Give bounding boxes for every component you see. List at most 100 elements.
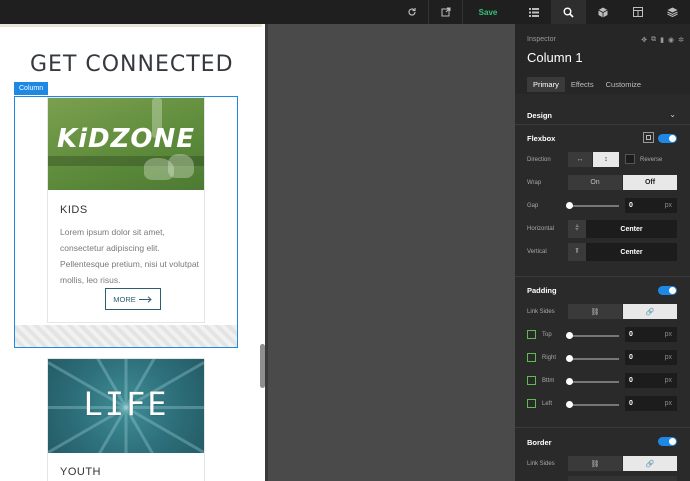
border-next-row[interactable] — [568, 476, 677, 481]
padding-toggle[interactable] — [658, 286, 677, 295]
move-icon[interactable]: ✥ — [641, 36, 647, 44]
direction-row-button[interactable]: ↔ — [568, 152, 592, 167]
duplicate-icon[interactable]: ⧉ — [651, 36, 656, 44]
padding-bottom-label: Bttm — [542, 378, 555, 384]
gap-input[interactable]: 0 px — [625, 198, 677, 213]
padding-link-icon[interactable]: 🔗 — [623, 304, 677, 319]
vertical-select[interactable]: Center — [586, 243, 677, 261]
cube-icon[interactable] — [586, 0, 620, 24]
design-section-title[interactable]: Design — [527, 111, 552, 120]
arrow-right-icon — [138, 295, 152, 303]
gap-label: Gap — [527, 203, 539, 209]
layers-icon[interactable] — [655, 0, 690, 24]
gap-slider-knob[interactable] — [566, 202, 573, 209]
reverse-checkbox[interactable] — [625, 154, 635, 164]
inspector-panel: Inspector Column 1 ✥ ⧉ ▮ ◉ ✲ Primary Eff… — [515, 24, 690, 481]
padding-link-sides-label: Link Sides — [527, 309, 555, 315]
flexbox-section-title: Flexbox — [527, 134, 556, 143]
border-section-title: Border — [527, 438, 552, 447]
kids-card-image: KiDZONE — [48, 98, 204, 190]
horizontal-select[interactable]: Center — [586, 220, 677, 238]
padding-top-slider-knob[interactable] — [566, 332, 573, 339]
padding-top-input[interactable]: 0 px — [625, 327, 677, 342]
kids-card[interactable]: KiDZONE KIDS Lorem ipsum dolor sit amet,… — [47, 97, 205, 323]
tab-customize[interactable]: Customize — [600, 77, 647, 92]
padding-left-unit: px — [664, 400, 672, 407]
padding-right-input[interactable]: 0 px — [625, 350, 677, 365]
padding-bottom-unit: px — [664, 377, 672, 384]
padding-left-value: 0 — [629, 400, 633, 407]
padding-right-slider-knob[interactable] — [566, 355, 573, 362]
youth-card[interactable]: LIFE YOUTH — [47, 358, 205, 481]
horizontal-align-icon[interactable]: ⫩ — [568, 220, 586, 238]
inspector-label: Inspector — [527, 36, 556, 43]
wrap-off-button[interactable]: Off — [623, 175, 677, 190]
youth-card-image: LIFE — [48, 359, 204, 453]
padding-top-label: Top — [542, 332, 552, 338]
padding-top-slider-track[interactable] — [570, 335, 619, 337]
flex-display-icon[interactable] — [643, 132, 654, 143]
delete-icon[interactable]: ▮ — [660, 36, 664, 44]
inspector-header: Inspector Column 1 ✥ ⧉ ▮ ◉ ✲ Primary Eff… — [515, 24, 690, 94]
padding-right-unit: px — [664, 354, 672, 361]
save-button[interactable]: Save — [462, 0, 514, 24]
search-icon[interactable] — [551, 0, 586, 24]
vertical-label: Vertical — [527, 249, 547, 255]
wrap-on-button[interactable]: On — [568, 175, 622, 190]
external-link-icon[interactable] — [432, 0, 460, 24]
padding-bottom-slider-track[interactable] — [570, 381, 619, 383]
inspector-title: Column 1 — [527, 50, 583, 65]
inspector-tabs: Primary Effects Customize — [527, 77, 647, 92]
direction-column-button[interactable]: ↕ — [593, 152, 619, 167]
padding-section-title: Padding — [527, 286, 557, 295]
border-unlink-icon[interactable]: ⛓ — [568, 456, 622, 471]
padding-bottom-value: 0 — [629, 377, 633, 384]
visibility-icon[interactable]: ◉ — [668, 36, 674, 44]
chevron-down-icon[interactable]: ⌄ — [669, 110, 676, 119]
padding-top-icon — [527, 330, 536, 339]
padding-right-icon — [527, 353, 536, 362]
padding-top-unit: px — [664, 331, 672, 338]
layout-icon[interactable] — [620, 0, 655, 24]
border-link-icon[interactable]: 🔗 — [623, 456, 677, 471]
youth-card-title: YOUTH — [60, 466, 101, 478]
gap-value: 0 — [629, 202, 633, 209]
padding-right-value: 0 — [629, 354, 633, 361]
wrap-label: Wrap — [527, 180, 542, 186]
padding-left-label: Left — [542, 401, 553, 407]
padding-bottom-slider-knob[interactable] — [566, 378, 573, 385]
vertical-align-icon[interactable]: ⫪ — [568, 243, 586, 261]
more-button[interactable]: MORE — [105, 288, 161, 310]
border-toggle[interactable] — [658, 437, 677, 446]
column-tag[interactable]: Column — [14, 82, 49, 95]
preview-right-border — [265, 24, 268, 481]
padding-left-icon — [527, 399, 536, 408]
kids-image-text: KiDZONE — [56, 124, 196, 154]
horizontal-label: Horizontal — [527, 226, 555, 232]
top-toolbar: Save — [0, 0, 690, 24]
reverse-label: Reverse — [640, 157, 663, 163]
gap-slider-track[interactable] — [570, 205, 619, 207]
refresh-icon[interactable] — [398, 0, 426, 24]
padding-left-slider-knob[interactable] — [566, 401, 573, 408]
padding-left-slider-track[interactable] — [570, 404, 619, 406]
preview-top-border — [0, 24, 262, 27]
padding-bottom-icon — [527, 376, 536, 385]
padding-right-slider-track[interactable] — [570, 358, 619, 360]
flexbox-toggle[interactable] — [658, 134, 677, 143]
tab-effects[interactable]: Effects — [565, 77, 600, 92]
settings-icon[interactable]: ✲ — [678, 36, 684, 44]
tab-primary[interactable]: Primary — [527, 77, 565, 92]
border-link-sides-label: Link Sides — [527, 461, 555, 467]
padding-unlink-icon[interactable]: ⛓ — [568, 304, 622, 319]
kids-card-body: Lorem ipsum dolor sit amet, consectetur … — [60, 227, 199, 285]
gap-unit: px — [664, 202, 672, 209]
list-icon[interactable] — [517, 0, 551, 24]
padding-left-input[interactable]: 0 px — [625, 396, 677, 411]
preview-canvas[interactable]: GET CONNECTED Column KiDZONE KIDS Lorem … — [0, 24, 268, 481]
builder-app: Save GET CONNECTED Column KiDZONE KIDS L… — [0, 0, 690, 481]
padding-bottom-input[interactable]: 0 px — [625, 373, 677, 388]
kids-card-title: KIDS — [60, 204, 88, 216]
padding-right-label: Right — [542, 355, 557, 361]
direction-label: Direction — [527, 157, 551, 163]
